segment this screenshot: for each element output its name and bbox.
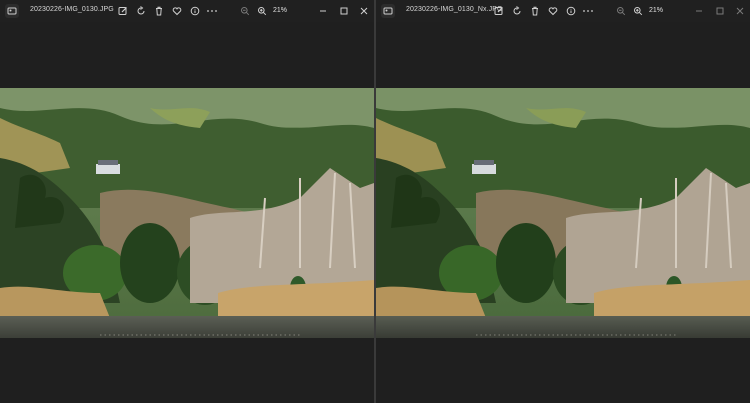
close-button[interactable]	[733, 4, 747, 18]
zoom-out-icon	[241, 7, 250, 16]
edit-image-button[interactable]	[492, 4, 506, 18]
minimize-button[interactable]	[692, 4, 706, 18]
zoom-out-button[interactable]	[238, 4, 252, 18]
zoom-out-button[interactable]	[614, 4, 628, 18]
zoom-in-icon	[258, 7, 267, 16]
zoom-level: 21%	[649, 7, 664, 14]
maximize-button[interactable]	[337, 4, 351, 18]
photos-app-icon	[381, 4, 395, 18]
favorite-heart-icon	[172, 7, 182, 16]
more-options-icon	[207, 10, 217, 12]
rotate-button[interactable]	[510, 4, 524, 18]
more-options-icon	[583, 10, 593, 12]
rotate-icon	[513, 6, 521, 15]
favorite-heart-icon	[548, 7, 558, 16]
edit-image-icon	[494, 7, 503, 15]
edit-image-button[interactable]	[116, 4, 130, 18]
favorite-button[interactable]	[546, 4, 560, 18]
minimize-button[interactable]	[316, 4, 330, 18]
photo-viewer-window-right: 20230226-IMG_0130_Nx.JPG 21%	[376, 0, 750, 403]
info-icon	[190, 6, 200, 16]
photo-viewer-window-left: 20230226-IMG_0130.JPG 21%	[0, 0, 374, 403]
close-icon	[360, 7, 368, 15]
delete-button[interactable]	[152, 4, 166, 18]
rotate-button[interactable]	[134, 4, 148, 18]
delete-button[interactable]	[528, 4, 542, 18]
landscape-photo	[0, 88, 374, 338]
file-name: 20230226-IMG_0130.JPG	[30, 6, 114, 13]
maximize-icon	[716, 7, 724, 15]
more-options-button[interactable]	[205, 4, 219, 18]
file-name: 20230226-IMG_0130_Nx.JPG	[406, 6, 503, 13]
info-button[interactable]	[188, 4, 202, 18]
zoom-out-icon	[617, 7, 626, 16]
landscape-photo	[376, 88, 750, 338]
delete-icon	[532, 6, 538, 16]
title-bar: 20230226-IMG_0130_Nx.JPG 21%	[376, 0, 750, 22]
favorite-button[interactable]	[170, 4, 184, 18]
rotate-icon	[137, 6, 145, 15]
zoom-level: 21%	[273, 7, 288, 14]
more-options-button[interactable]	[581, 4, 595, 18]
minimize-icon	[696, 10, 702, 12]
delete-icon	[156, 6, 162, 16]
photos-app-icon	[5, 4, 19, 18]
title-bar: 20230226-IMG_0130.JPG 21%	[0, 0, 374, 22]
edit-image-icon	[118, 7, 127, 15]
close-icon	[736, 7, 744, 15]
zoom-in-button[interactable]	[255, 4, 269, 18]
minimize-icon	[320, 10, 326, 12]
zoom-in-icon	[634, 7, 643, 16]
maximize-icon	[340, 7, 348, 15]
maximize-button[interactable]	[713, 4, 727, 18]
info-icon	[566, 6, 576, 16]
info-button[interactable]	[564, 4, 578, 18]
close-button[interactable]	[357, 4, 371, 18]
zoom-in-button[interactable]	[631, 4, 645, 18]
